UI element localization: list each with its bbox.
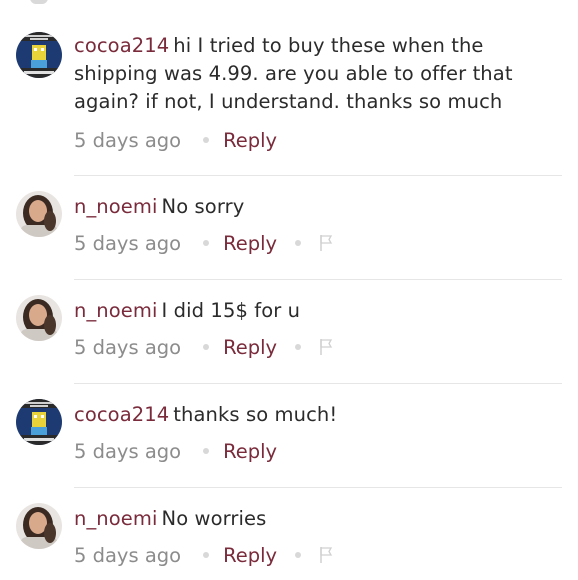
comment-username[interactable]: n_noemi xyxy=(74,299,158,322)
profile-photo-avatar-image xyxy=(16,191,62,237)
reply-button[interactable]: Reply xyxy=(223,336,277,359)
profile-photo-avatar-image xyxy=(16,503,62,549)
avatar[interactable] xyxy=(16,295,62,341)
comment-username[interactable]: cocoa214 xyxy=(74,403,169,426)
flag-icon[interactable] xyxy=(319,338,335,356)
comment-meta: 5 days ago Reply xyxy=(74,437,562,465)
comment-username[interactable]: n_noemi xyxy=(74,507,158,530)
divider xyxy=(74,175,562,176)
flag-icon[interactable] xyxy=(319,234,335,252)
comment-username[interactable]: cocoa214 xyxy=(74,34,169,57)
reply-button[interactable]: Reply xyxy=(223,440,277,463)
divider xyxy=(74,279,562,280)
comment-text-block: n_noemi I did 15$ for u xyxy=(74,293,562,325)
flag-icon[interactable] xyxy=(319,546,335,564)
comment-time: 5 days ago xyxy=(74,439,182,463)
comment-time: 5 days ago xyxy=(74,543,182,567)
comment-time: 5 days ago xyxy=(74,128,182,152)
separator-dot xyxy=(295,552,302,558)
cartoon-meme-avatar-image xyxy=(16,32,62,78)
comment-meta: 5 days ago Reply xyxy=(74,541,562,569)
comment-time: 5 days ago xyxy=(74,231,182,255)
comment-text: No worries xyxy=(161,507,267,530)
reply-button[interactable]: Reply xyxy=(223,232,277,255)
avatar[interactable] xyxy=(16,399,62,445)
divider xyxy=(74,487,562,488)
comment-text-block: cocoa214 hi I tried to buy these when the… xyxy=(74,28,562,116)
separator-dot xyxy=(203,552,210,558)
separator-dot xyxy=(203,448,210,454)
separator-dot xyxy=(203,344,210,350)
comment-meta: 5 days ago Reply xyxy=(74,333,562,361)
comment-meta: 5 days ago Reply xyxy=(74,229,562,257)
comment-text: thanks so much! xyxy=(173,403,338,426)
comment-text-block: n_noemi No worries xyxy=(74,501,562,533)
reply-button[interactable]: Reply xyxy=(223,544,277,567)
comment-text-block: cocoa214 thanks so much! xyxy=(74,397,562,429)
cartoon-meme-avatar-image xyxy=(16,399,62,445)
previous-comment-edge xyxy=(30,0,48,4)
comment-username[interactable]: n_noemi xyxy=(74,195,158,218)
comment-meta: 5 days ago Reply xyxy=(74,126,562,154)
profile-photo-avatar-image xyxy=(16,295,62,341)
separator-dot xyxy=(295,344,302,350)
separator-dot xyxy=(203,240,210,246)
avatar[interactable] xyxy=(16,503,62,549)
comment-text: I did 15$ for u xyxy=(161,299,301,322)
divider xyxy=(74,383,562,384)
avatar[interactable] xyxy=(16,32,62,78)
avatar[interactable] xyxy=(16,191,62,237)
separator-dot xyxy=(203,137,210,143)
comment-text-block: n_noemi No sorry xyxy=(74,189,562,221)
reply-button[interactable]: Reply xyxy=(223,129,277,152)
separator-dot xyxy=(295,240,302,246)
comment-time: 5 days ago xyxy=(74,335,182,359)
comment-text: No sorry xyxy=(161,195,245,218)
